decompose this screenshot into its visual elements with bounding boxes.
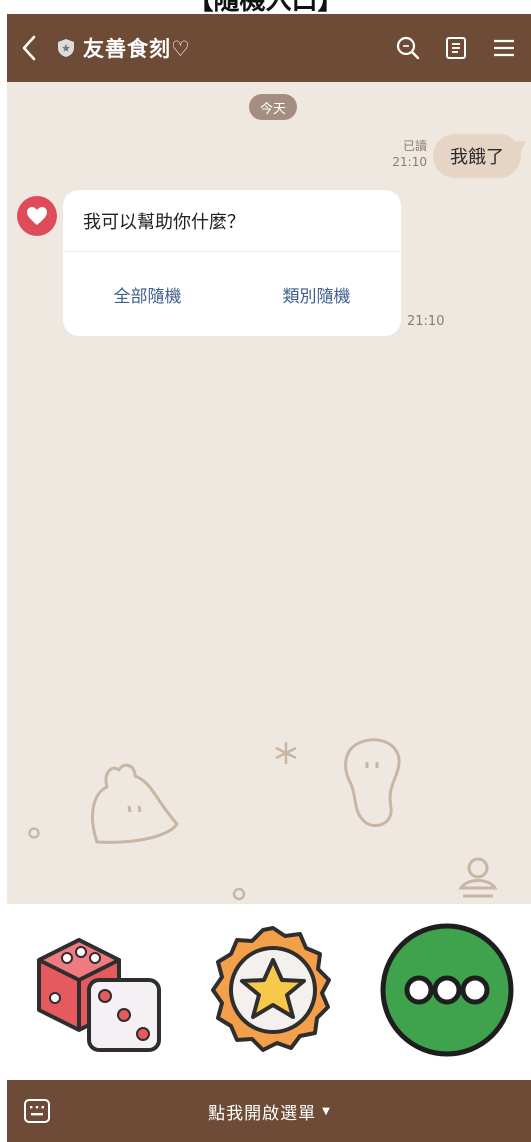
hamburger-icon[interactable] (491, 35, 517, 61)
date-separator: 今天 (249, 94, 297, 120)
shield-icon (58, 39, 74, 57)
read-label: 已讀 (402, 139, 427, 153)
bot-avatar[interactable] (17, 196, 57, 236)
menu-toggle-bar[interactable]: 點我開啟選單 ▼ (7, 1080, 531, 1142)
search-icon[interactable] (395, 35, 421, 61)
user-message-time: 21:10 (392, 155, 427, 169)
back-button[interactable] (7, 35, 51, 61)
chevron-left-icon (22, 35, 36, 61)
menu-item-dice[interactable] (29, 920, 169, 1060)
bot-message-time: 21:10 (407, 314, 445, 329)
notes-icon[interactable] (443, 35, 469, 61)
chat-title: 友善食刻♡ (83, 37, 191, 61)
ghost-doodle-icon (344, 738, 401, 827)
dot-doodle-icon (232, 887, 246, 901)
action-all-random[interactable]: 全部隨機 (63, 282, 232, 307)
action-category-random[interactable]: 類別隨機 (232, 282, 401, 307)
more-icon (380, 923, 514, 1057)
bot-message-card: 我可以幫助你什麼？ 全部隨機 類別隨機 (63, 190, 401, 336)
menu-toggle-label: 點我開啟選單 (208, 1103, 317, 1124)
menu-item-more[interactable] (377, 920, 517, 1060)
bunny-doodle-icon (90, 763, 179, 844)
user-message-bubble[interactable]: 我餓了 (433, 134, 521, 178)
dot-doodle-icon (28, 827, 40, 839)
rich-menu (7, 904, 531, 1080)
pacifier-doodle-icon (458, 857, 498, 898)
heart-icon (27, 207, 47, 225)
star-badge-icon (211, 926, 331, 1052)
keyboard-icon[interactable] (23, 1098, 51, 1124)
chat-area[interactable]: 今天 已讀 21:10 我餓了 我可以幫助你什麼？ 全部隨機 類別隨機 21:1… (7, 82, 531, 904)
read-receipt: 已讀 21:10 (392, 138, 427, 170)
bot-question: 我可以幫助你什麼？ (63, 190, 401, 252)
chat-header: 友善食刻♡ (7, 14, 531, 82)
dice-icon (37, 938, 161, 1052)
menu-item-star[interactable] (203, 920, 343, 1060)
sparkle-doodle-icon (275, 742, 297, 764)
caret-down-icon: ▼ (322, 1105, 330, 1117)
